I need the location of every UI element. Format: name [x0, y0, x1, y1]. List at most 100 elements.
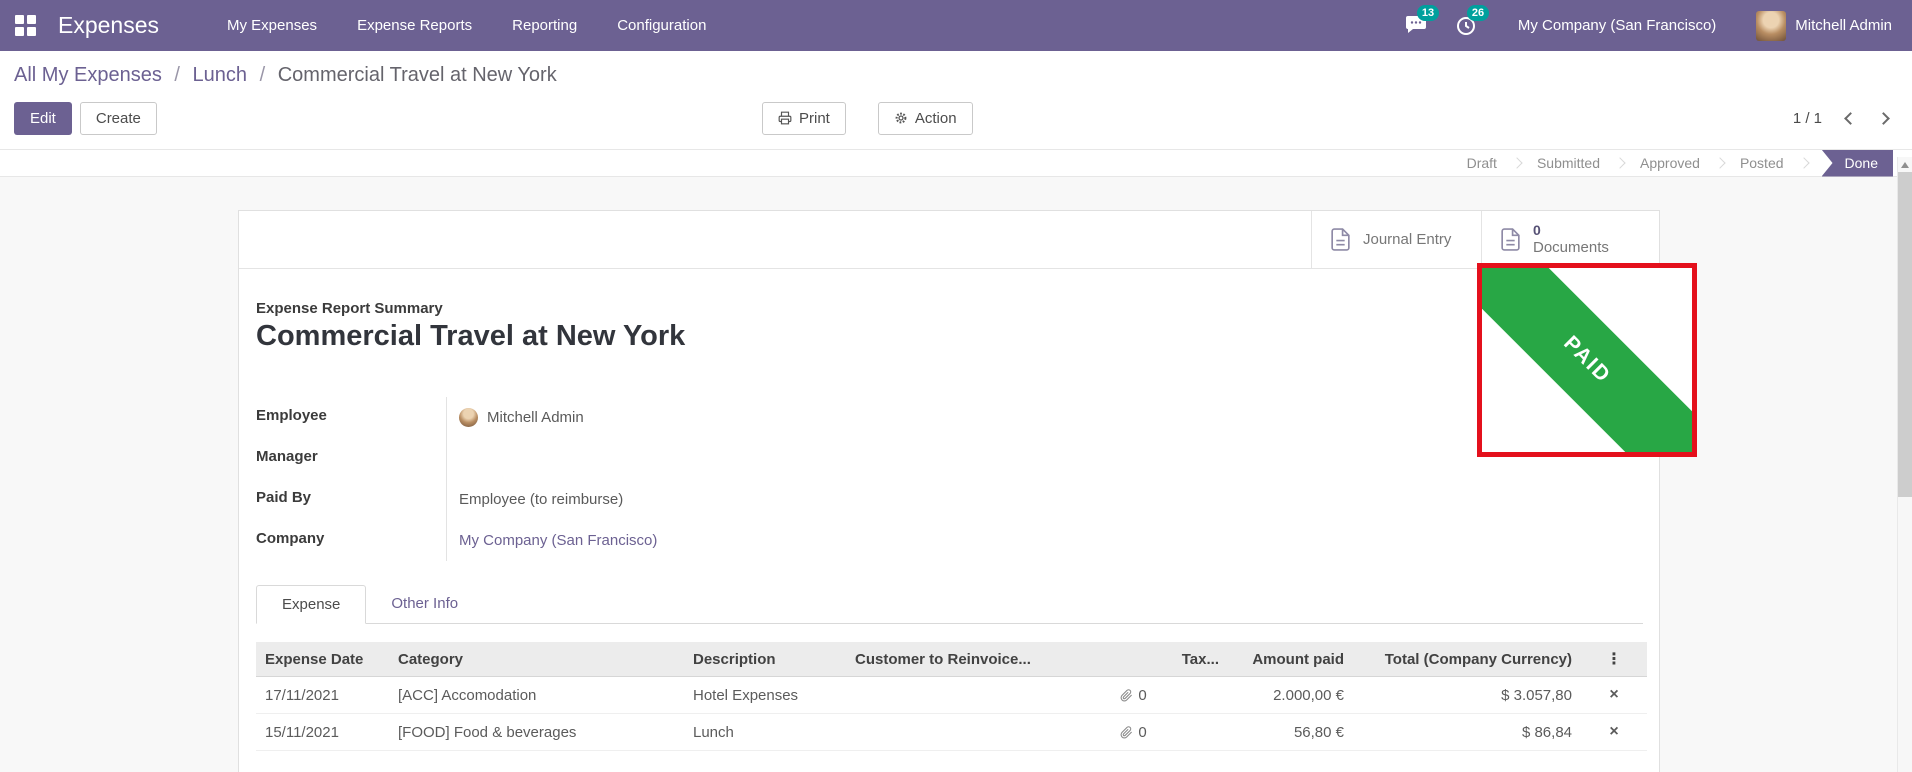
printer-icon — [778, 111, 792, 125]
vertical-scrollbar[interactable] — [1897, 157, 1912, 772]
cell-description: Hotel Expenses — [684, 676, 846, 714]
cell-total: $ 86,84 — [1353, 713, 1581, 751]
scrollbar-thumb[interactable] — [1898, 172, 1912, 497]
table-header-row: Expense Date Category Description Custom… — [256, 642, 1647, 677]
column-header-amount-paid[interactable]: Amount paid — [1228, 642, 1353, 677]
paperclip-icon — [1120, 688, 1133, 701]
cell-empty — [1051, 676, 1096, 714]
field-label-company: Company — [256, 530, 325, 547]
cell-expense-date: 15/11/2021 — [256, 713, 389, 751]
form-card: Journal Entry 0 Documents PAID Expense R… — [238, 210, 1697, 772]
form-sheet: Expense Report Summary Commercial Travel… — [239, 300, 1659, 751]
field-label-manager: Manager — [256, 448, 318, 465]
report-title: Commercial Travel at New York — [256, 320, 686, 352]
column-header-total[interactable]: Total (Company Currency) — [1353, 642, 1581, 677]
status-step-done-active[interactable]: Done — [1821, 149, 1893, 177]
company-switcher[interactable]: My Company (San Francisco) — [1518, 17, 1716, 34]
cell-total: $ 3.057,80 — [1353, 676, 1581, 714]
pager-previous-button[interactable] — [1844, 111, 1857, 125]
employee-avatar — [459, 408, 478, 427]
field-value-paid-by: Employee (to reimburse) — [446, 479, 876, 520]
form-view-background: Journal Entry 0 Documents PAID Expense R… — [0, 210, 1912, 772]
tab-expense[interactable]: Expense — [256, 585, 367, 624]
cell-description: Lunch — [684, 713, 846, 751]
status-step-posted[interactable]: Posted — [1724, 155, 1800, 171]
field-value-employee: Mitchell Admin — [446, 397, 876, 438]
messages-button[interactable]: 13 — [1404, 4, 1440, 39]
pager-count[interactable]: 1 / 1 — [1793, 110, 1822, 127]
paperclip-icon — [1120, 725, 1133, 738]
field-label-paid-by: Paid By — [256, 489, 312, 506]
control-panel-buttons-row: Edit Create Print Action 1 / 1 — [14, 100, 1890, 136]
create-button[interactable]: Create — [79, 101, 157, 135]
app-brand[interactable]: Expenses — [58, 12, 159, 39]
document-icon — [1331, 228, 1350, 251]
menu-item-reporting[interactable]: Reporting — [512, 13, 577, 38]
paid-ribbon-text: PAID — [1559, 331, 1616, 388]
documents-button[interactable]: 0 Documents — [1481, 211, 1659, 268]
menu-item-expense-reports[interactable]: Expense Reports — [357, 13, 472, 38]
column-header-empty — [1051, 642, 1096, 677]
apps-menu-button[interactable] — [0, 0, 50, 51]
documents-label: Documents — [1533, 238, 1609, 256]
cell-attachments: 0 — [1096, 676, 1171, 714]
user-name: Mitchell Admin — [1795, 17, 1892, 34]
field-label-employee: Employee — [256, 407, 327, 424]
action-button[interactable]: Action — [877, 101, 973, 135]
status-step-approved[interactable]: Approved — [1624, 155, 1716, 171]
breadcrumb-separator: / — [259, 64, 266, 86]
notebook-tabs: Expense Other Info — [256, 585, 1643, 624]
column-options-button[interactable]: ⋮ — [1581, 642, 1647, 677]
apps-grid-icon — [14, 15, 36, 36]
print-button[interactable]: Print — [762, 101, 846, 135]
navbar-systray: 13 26 My Company (San Francisco) Mitchel… — [1382, 4, 1892, 41]
breadcrumb-all-my-expenses[interactable]: All My Expenses — [14, 64, 162, 86]
cell-tax — [1171, 676, 1228, 714]
control-panel: All My Expenses / Lunch / Commercial Tra… — [0, 51, 1912, 149]
expense-lines-table: Expense Date Category Description Custom… — [256, 642, 1647, 751]
breadcrumb-separator: / — [174, 64, 180, 86]
user-avatar — [1756, 10, 1787, 41]
user-menu[interactable]: Mitchell Admin — [1756, 10, 1892, 41]
pager-next-button[interactable] — [1877, 111, 1890, 125]
tab-other-info[interactable]: Other Info — [366, 585, 483, 623]
field-value-company[interactable]: My Company (San Francisco) — [446, 520, 876, 561]
summary-field-label: Expense Report Summary — [256, 300, 443, 317]
cell-tax — [1171, 713, 1228, 751]
field-value-manager — [446, 438, 876, 479]
breadcrumb-lunch[interactable]: Lunch — [193, 64, 248, 86]
breadcrumb: All My Expenses / Lunch / Commercial Tra… — [14, 64, 1888, 87]
journal-entry-button[interactable]: Journal Entry — [1311, 211, 1481, 268]
status-separator-icon — [1797, 157, 1810, 169]
messages-badge: 13 — [1416, 4, 1440, 21]
activities-badge: 26 — [1466, 4, 1490, 21]
column-header-expense-date[interactable]: Expense Date — [256, 642, 389, 677]
status-step-draft[interactable]: Draft — [1451, 155, 1513, 171]
scrollbar-up-arrow-icon[interactable] — [1901, 162, 1909, 168]
pager: 1 / 1 — [1793, 110, 1890, 127]
status-step-submitted[interactable]: Submitted — [1521, 155, 1616, 171]
column-header-customer[interactable]: Customer to Reinvoice... — [846, 642, 1051, 677]
paid-ribbon-highlight-box: PAID — [1477, 263, 1697, 457]
cell-amount-paid: 56,80 € — [1228, 713, 1353, 751]
column-header-description[interactable]: Description — [684, 642, 846, 677]
field-group: Employee Mitchell Admin Manager Paid By … — [256, 397, 1643, 561]
documents-count: 0 — [1533, 222, 1541, 239]
menu-item-configuration[interactable]: Configuration — [617, 13, 706, 38]
statusbar: Draft Submitted Approved Posted Done — [0, 149, 1912, 177]
delete-row-button[interactable]: × — [1581, 713, 1647, 751]
column-header-category[interactable]: Category — [389, 642, 684, 677]
delete-row-button[interactable]: × — [1581, 676, 1647, 714]
paid-ribbon: PAID — [1482, 268, 1692, 452]
edit-button[interactable]: Edit — [14, 101, 72, 135]
column-header-tax[interactable]: Tax... — [1171, 642, 1228, 677]
cell-attachments: 0 — [1096, 713, 1171, 751]
table-row[interactable]: 15/11/2021 [FOOD] Food & beverages Lunch… — [256, 713, 1647, 751]
document-icon — [1501, 228, 1520, 251]
cell-category: [FOOD] Food & beverages — [389, 713, 684, 751]
menu-item-my-expenses[interactable]: My Expenses — [227, 13, 317, 38]
activities-button[interactable]: 26 — [1454, 4, 1490, 39]
breadcrumb-current: Commercial Travel at New York — [277, 64, 557, 86]
cell-customer — [846, 713, 1051, 751]
table-row[interactable]: 17/11/2021 [ACC] Accomodation Hotel Expe… — [256, 676, 1647, 714]
